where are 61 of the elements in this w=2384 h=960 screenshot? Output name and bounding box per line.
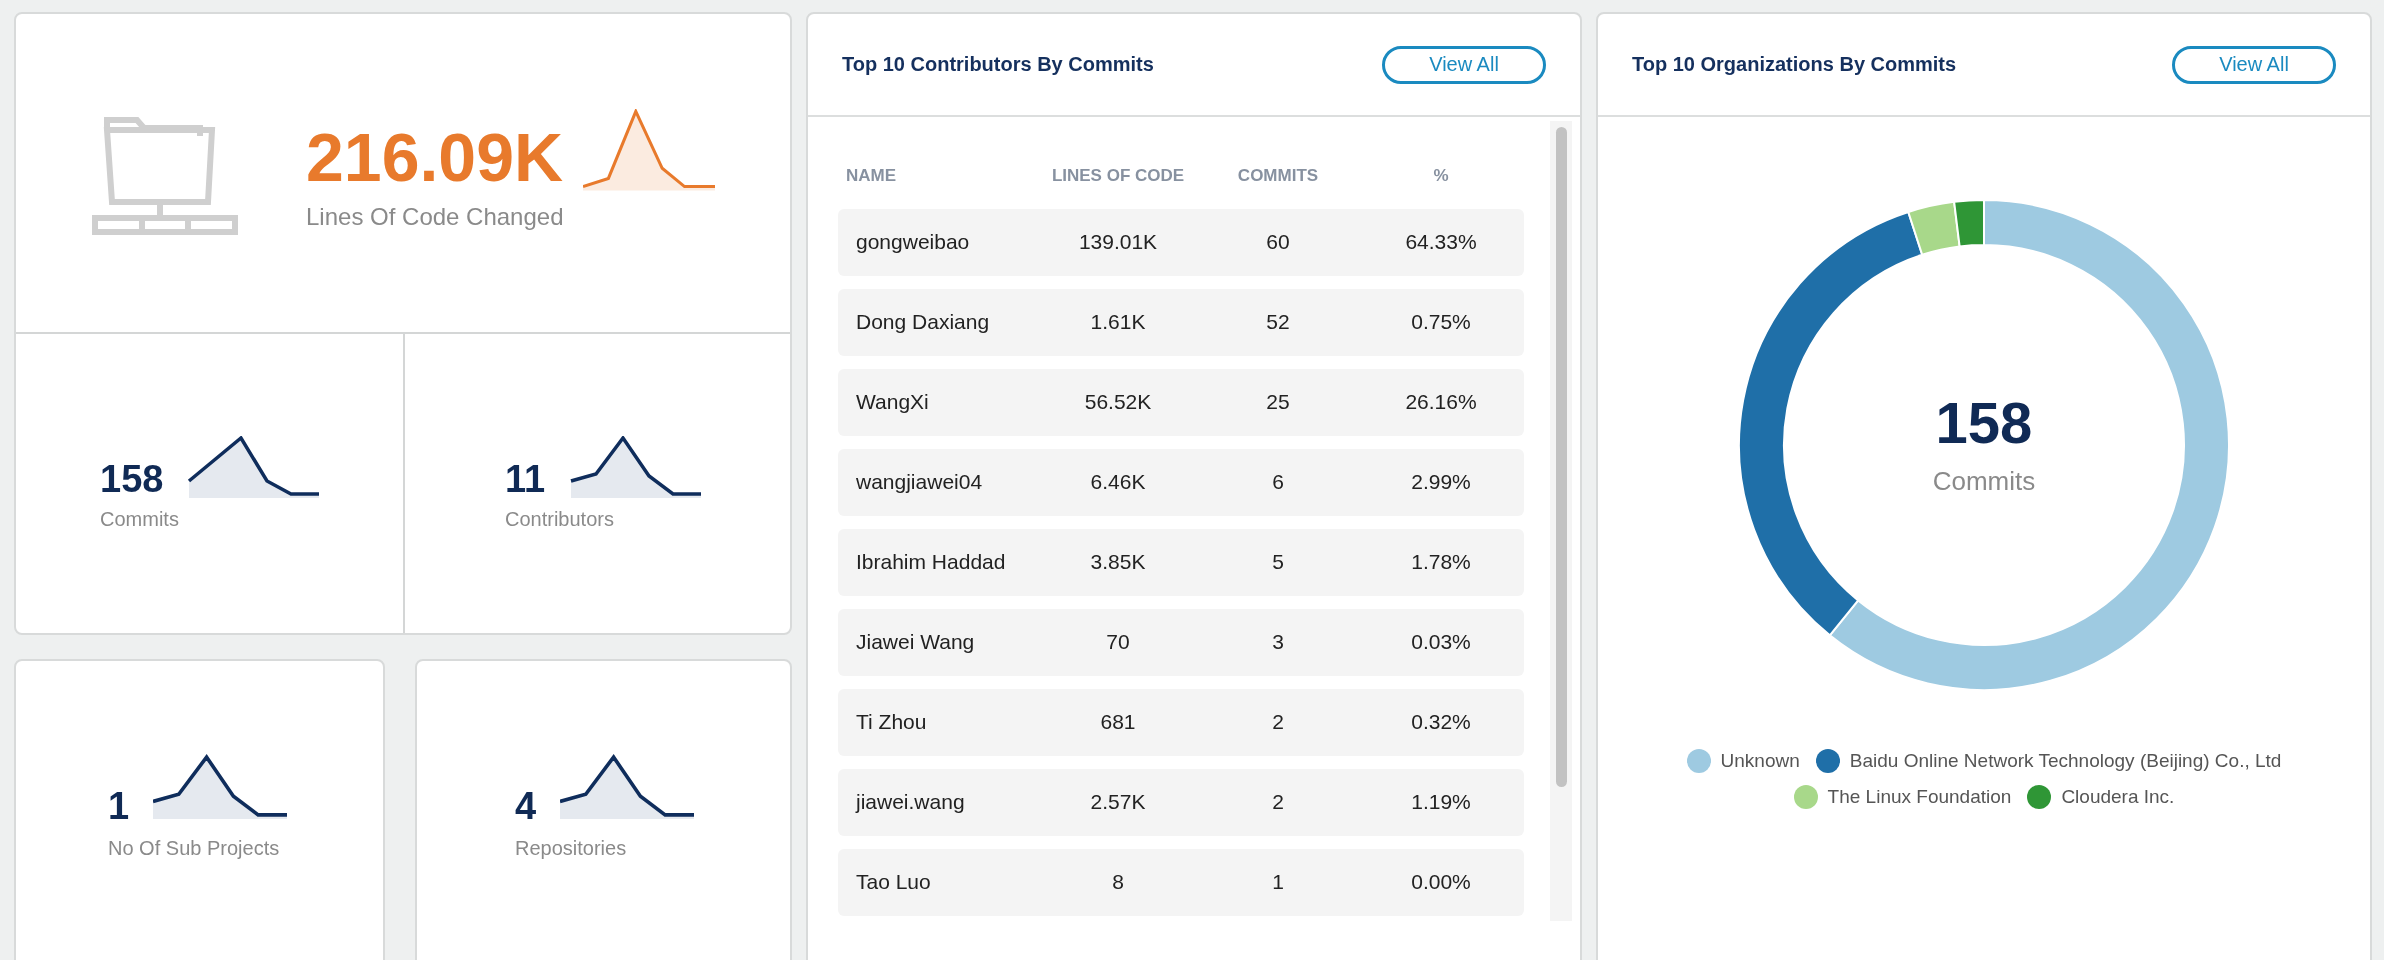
lines-changed-value: 216.09K (306, 123, 564, 191)
table-cell-text: 2 (1271, 710, 1285, 735)
table-cell-text: 3.85K (1089, 550, 1147, 575)
panel-title: Top 10 Contributors By Commits (842, 53, 1154, 76)
total-commits-value: 158 (1935, 393, 2033, 452)
table-cell-text: 5 (1271, 550, 1285, 575)
table-cell-text: 25 (1265, 390, 1291, 415)
table-cell-text: 0.75% (1410, 310, 1472, 335)
panel-title: Top 10 Organizations By Commits (1632, 53, 1957, 76)
total-commits-label: Commits (1932, 465, 2036, 497)
table-cell-text: Dong Daxiang (855, 310, 991, 335)
legend-label: The Linux Foundation (1827, 786, 2012, 808)
table-cell-text: 64.33% (1404, 230, 1478, 255)
legend-label: Cloudera Inc. (2061, 786, 2175, 808)
table-cell-text: 2 (1271, 790, 1285, 815)
lines-changed-label: Lines Of Code Changed (306, 203, 565, 231)
view-all-button[interactable]: View All (1382, 45, 1546, 84)
table-cell-text: 0.32% (1410, 710, 1472, 735)
table-cell-text: 6 (1271, 470, 1285, 495)
table-cell-text: wangjiawei04 (855, 470, 984, 495)
stat-value: 4 (515, 786, 537, 825)
table-cell-text: 6.46K (1089, 470, 1147, 495)
table-cell-text: 2.99% (1410, 470, 1472, 495)
table-cell-text: 60 (1265, 230, 1291, 255)
table-cell-text: Ibrahim Haddad (855, 550, 1007, 575)
table-cell-text: 52 (1265, 310, 1291, 335)
table-cell-text: 56.52K (1083, 390, 1153, 415)
table-cell-text: 0.03% (1410, 630, 1472, 655)
legend-label: Baidu Online Network Technology (Beijing) Co., Ltd (1849, 750, 2282, 772)
scrollbar[interactable] (1550, 121, 1572, 921)
table-cell-text: Ti Zhou (855, 710, 928, 735)
table-cell-text: jiawei.wang (854, 790, 966, 815)
table-cell-text: Jiawei Wang (855, 630, 976, 655)
column-header: COMMITS (1236, 165, 1320, 187)
stat-value: 158 (100, 460, 164, 498)
table-cell-text: 1.78% (1410, 550, 1472, 575)
table-cell-text: 1.61K (1089, 310, 1147, 335)
table-cell-text: 8 (1111, 870, 1125, 895)
column-header: % (1432, 165, 1450, 187)
table-cell-text: 70 (1105, 630, 1131, 655)
table-cell-text: 1.19% (1410, 790, 1472, 815)
table-cell-text: 139.01K (1077, 230, 1159, 255)
legend-label: Unknown (1720, 750, 1800, 772)
column-header: LINES OF CODE (1050, 165, 1186, 187)
table-cell-text: gongweibao (855, 230, 971, 255)
table-cell-text: WangXi (855, 390, 930, 415)
table-cell-text: 0.00% (1410, 870, 1472, 895)
stat-label: Contributors (505, 508, 615, 531)
table-cell-text: 2.57K (1089, 790, 1147, 815)
stat-value: 11 (505, 460, 546, 498)
table-cell-text: 26.16% (1404, 390, 1478, 415)
stat-label: Repositories (515, 836, 628, 860)
table-cell-text: Tao Luo (855, 870, 932, 895)
table-cell-text: 681 (1099, 710, 1137, 735)
table-cell-text: 1 (1271, 870, 1285, 895)
stat-value: 1 (108, 786, 130, 825)
view-all-button[interactable]: View All (2172, 45, 2336, 84)
table-cell-text: 3 (1271, 630, 1285, 655)
stat-label: No Of Sub Projects (108, 836, 281, 860)
column-header: NAME (845, 165, 898, 187)
stat-label: Commits (100, 508, 180, 531)
